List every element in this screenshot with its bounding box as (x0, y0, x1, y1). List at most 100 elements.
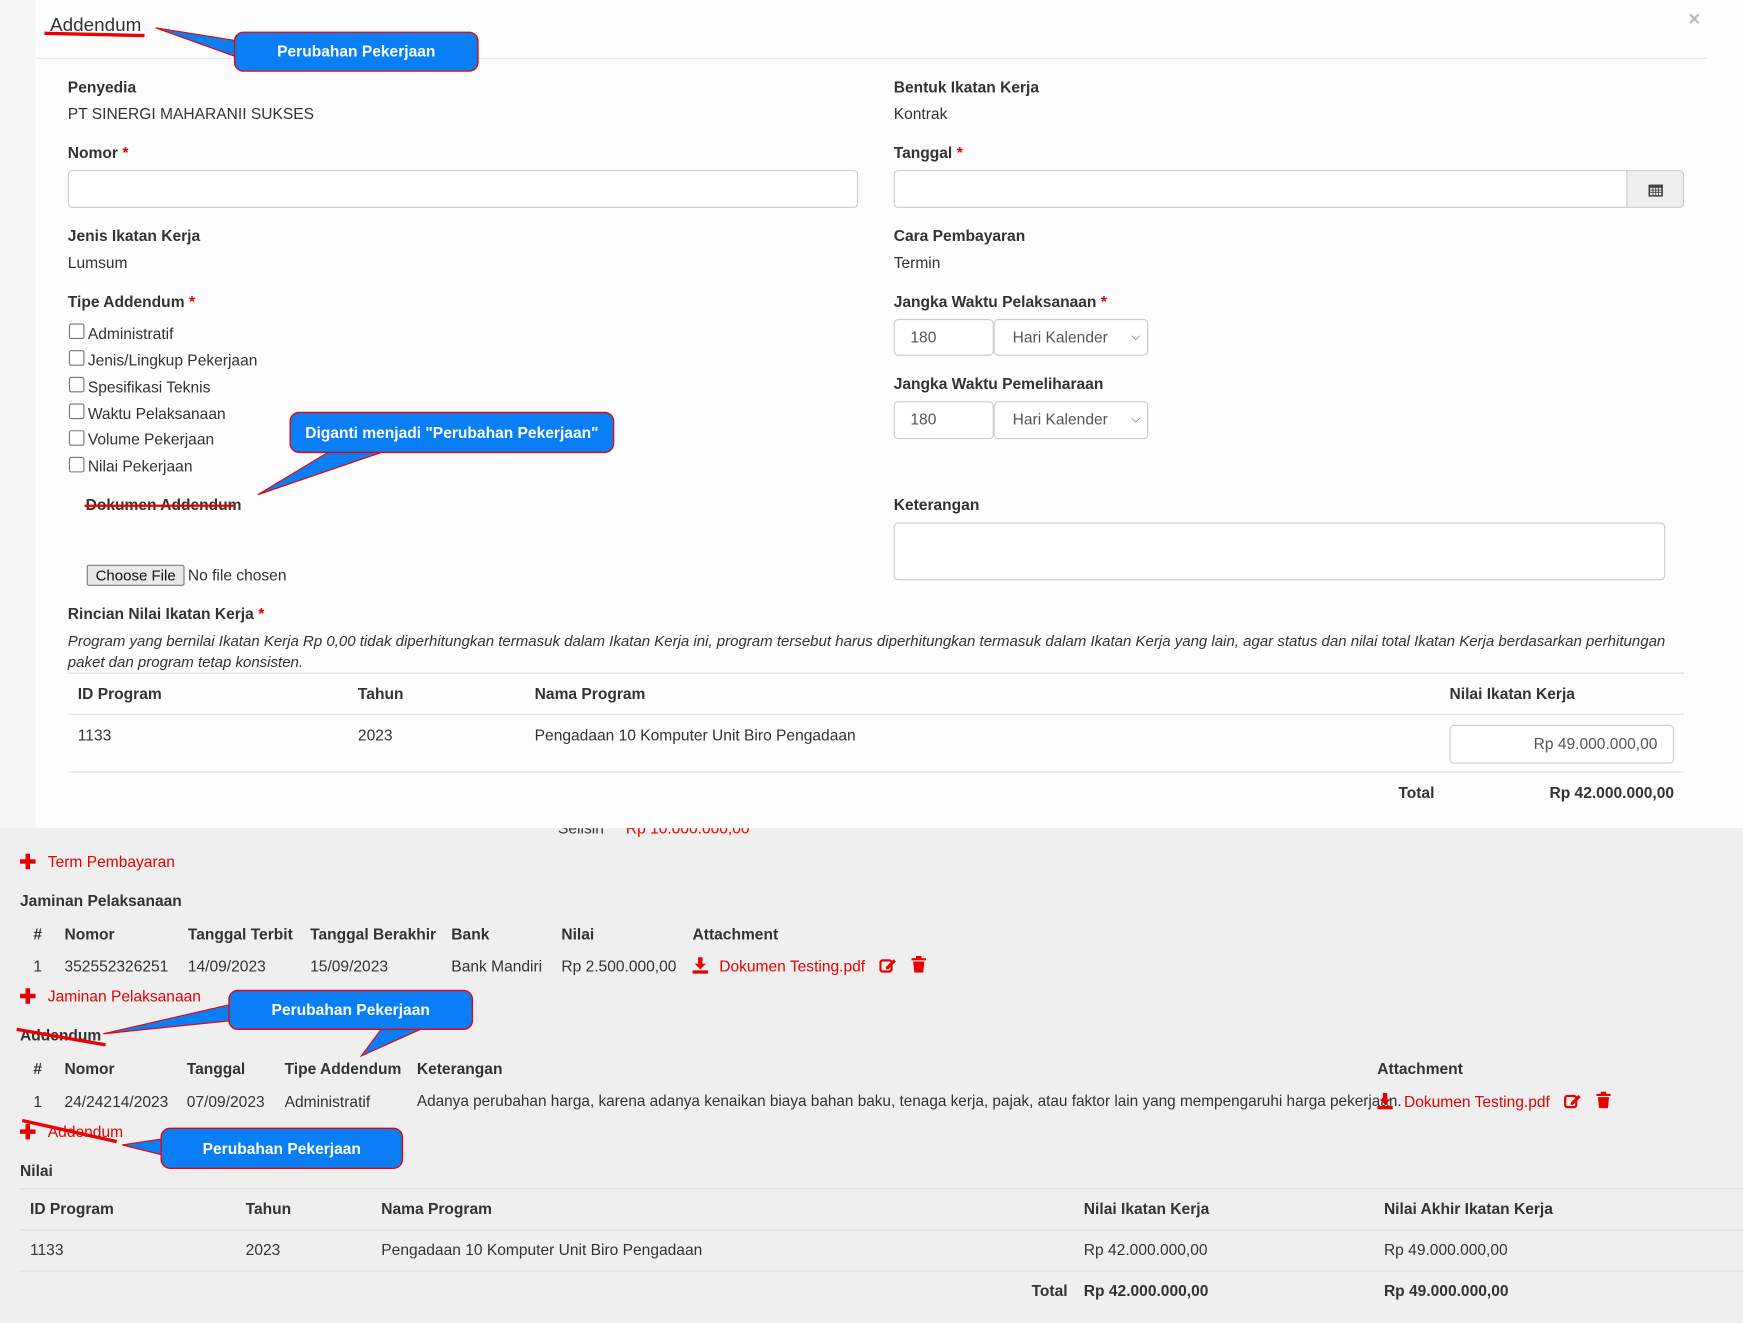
rincian-label: Rincian Nilai Ikatan Kerja * (68, 604, 264, 624)
tipe-label: Tipe Addendum * (68, 291, 195, 311)
col-header: Tanggal Berakhir (310, 924, 437, 943)
pelaksanaan-unit-select[interactable]: Hari Kalender ⌵ (993, 319, 1149, 356)
select-value: Hari Kalender (1012, 327, 1108, 346)
col-header: Nilai (561, 924, 595, 943)
penyedia-value: PT SINERGI MAHARANII SUKSES (67, 104, 314, 123)
chevron-down-icon: ⌵ (1131, 412, 1141, 426)
total-label: Total (1031, 1281, 1068, 1300)
tipe-label-text: Tipe Addendum (67, 292, 185, 311)
checkbox-administratif[interactable] (68, 323, 85, 340)
col-header: Tahun (245, 1199, 292, 1218)
pemeliharaan-input[interactable]: 180 (893, 401, 994, 440)
divider (67, 672, 1685, 674)
download-icon[interactable] (1377, 1092, 1393, 1110)
total-nilai: Rp 42.000.000,00 (1083, 1281, 1209, 1300)
nilai-input[interactable]: Rp 49.000.000,00 (1449, 724, 1675, 764)
calendar-icon (1648, 184, 1663, 197)
cell-tahun: 2023 (245, 1240, 281, 1259)
penyedia-label: Penyedia (67, 77, 137, 96)
col-header: Bank (451, 924, 490, 943)
nomor-label: Nomor * (68, 142, 129, 162)
required-mark: * (258, 604, 265, 623)
col-header: Attachment (1377, 1059, 1463, 1078)
checkbox-label: Administratif (87, 324, 174, 343)
trash-icon[interactable] (1596, 1091, 1611, 1109)
col-header: Nomor (64, 924, 115, 943)
keterangan-textarea[interactable] (893, 522, 1666, 581)
callout-text: Perubahan Pekerjaan (271, 1000, 430, 1019)
rincian-label-text: Rincian Nilai Ikatan Kerja (67, 604, 254, 623)
cell-bank: Bank Mandiri (451, 957, 543, 975)
trash-icon[interactable] (911, 955, 926, 973)
col-header: Nilai Ikatan Kerja (1083, 1199, 1210, 1218)
cell-keterangan: Adanya perubahan harga, karena adanya ke… (416, 1092, 1402, 1110)
col-header: Tahun (357, 684, 404, 703)
close-icon[interactable]: × (1689, 9, 1701, 29)
cell-tahun: 2023 (357, 725, 393, 744)
add-addendum-label: Addendum (47, 1122, 124, 1141)
checkbox-spesifikasi[interactable] (68, 376, 85, 393)
divider (67, 713, 1685, 715)
callout-text: Diganti menjadi "Perubahan Pekerjaan" (305, 423, 599, 442)
col-header: Tipe Addendum (284, 1059, 402, 1078)
checkbox-label: Jenis/Lingkup Pekerjaan (87, 351, 258, 370)
col-header: # (33, 1059, 43, 1078)
pelaksanaan-input[interactable]: 180 (893, 319, 994, 356)
required-mark: * (956, 143, 963, 162)
divider (20, 1229, 1743, 1231)
download-icon[interactable] (692, 957, 709, 974)
checkbox-waktu[interactable] (68, 403, 85, 420)
cell-nama: Pengadaan 10 Komputer Unit Biro Pengadaa… (381, 1240, 703, 1259)
cell-nama: Pengadaan 10 Komputer Unit Biro Pengadaa… (534, 725, 856, 744)
col-header: Nilai Akhir Ikatan Kerja (1383, 1199, 1553, 1218)
bentuk-label: Bentuk Ikatan Kerja (893, 77, 1040, 96)
callout-text: Perubahan Pekerjaan (277, 42, 436, 61)
cell-terbit: 14/09/2023 (187, 957, 266, 975)
add-jaminan-label: Jaminan Pelaksanaan (47, 987, 201, 1005)
attachment-link[interactable]: Dokumen Testing.pdf (1404, 1092, 1550, 1112)
calendar-button[interactable] (1626, 170, 1685, 208)
file-status: No file chosen (187, 565, 287, 584)
cara-label: Cara Pembayaran (893, 226, 1026, 245)
nomor-input[interactable] (67, 170, 859, 208)
plus-icon (20, 1123, 36, 1140)
cell-id: 1133 (30, 1240, 64, 1259)
modal-title: Addendum (50, 14, 142, 36)
checkbox-label: Spesifikasi Teknis (87, 377, 211, 396)
cell-no: 1 (33, 1092, 43, 1111)
attachment-link[interactable]: Dokumen Testing.pdf (719, 956, 865, 976)
addendum-modal: Addendum × Penyedia PT SINERGI MAHARANII… (0, 0, 1743, 829)
tanggal-label-text: Tanggal (893, 143, 953, 162)
cell-tipe: Administratif (284, 1092, 371, 1111)
keterangan-label: Keterangan (893, 495, 980, 514)
checkbox-nilai[interactable] (68, 456, 85, 473)
bentuk-value: Kontrak (893, 104, 948, 123)
cell-akhir: Rp 49.000.000,00 (1383, 1240, 1508, 1259)
jenis-label: Jenis Ikatan Kerja (67, 226, 201, 245)
col-header: Nama Program (534, 684, 646, 703)
add-term-label: Term Pembayaran (47, 852, 175, 871)
cell-tanggal: 07/09/2023 (186, 1092, 265, 1111)
edit-icon[interactable] (879, 957, 896, 974)
required-mark: * (122, 143, 129, 162)
col-header: Nilai Ikatan Kerja (1449, 684, 1575, 703)
rincian-note: Program yang bernilai Ikatan Kerja Rp 0,… (67, 632, 1666, 671)
required-mark: * (1100, 292, 1107, 311)
checkbox-volume[interactable] (68, 430, 85, 446)
col-header: Attachment (692, 924, 779, 943)
divider (67, 771, 1685, 773)
dokumen-label: Dokumen Addendum (85, 495, 242, 514)
edit-icon[interactable] (1564, 1093, 1581, 1110)
total-label: Total (1398, 783, 1435, 802)
callout-text: Perubahan Pekerjaan (202, 1139, 361, 1158)
nilai-title: Nilai (20, 1161, 53, 1180)
checkbox-jenis-lingkup[interactable] (68, 350, 85, 366)
pemeliharaan-unit-select[interactable]: Hari Kalender ⌵ (993, 401, 1149, 440)
chevron-down-icon: ⌵ (1131, 330, 1141, 344)
checkbox-label: Waktu Pelaksanaan (87, 404, 226, 423)
cell-id: 1133 (77, 725, 112, 744)
col-header: # (33, 924, 43, 943)
tanggal-input[interactable] (893, 170, 1629, 208)
choose-file-button[interactable]: Choose File (86, 564, 185, 586)
addendum-title: Addendum (20, 1026, 102, 1044)
